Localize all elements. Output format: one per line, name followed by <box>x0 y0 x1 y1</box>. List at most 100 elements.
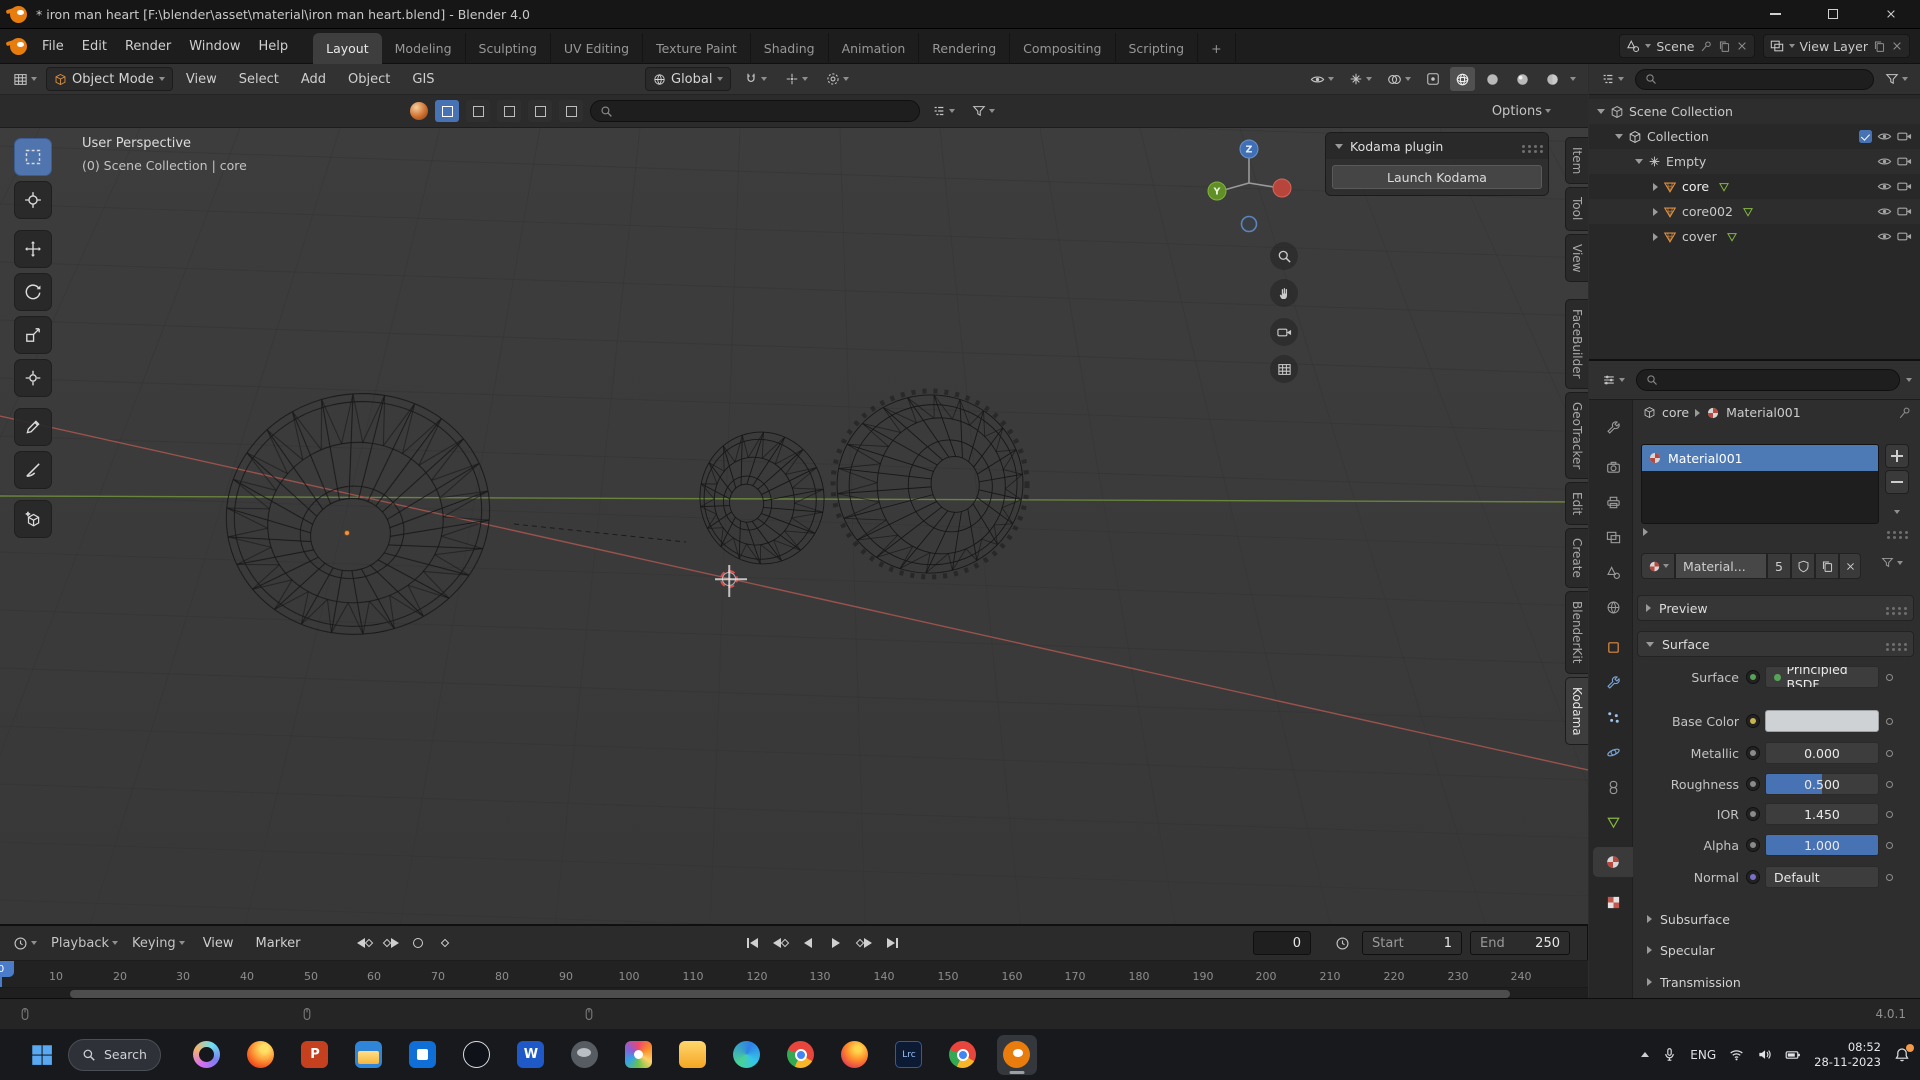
scene-selector[interactable]: Scene <box>1619 34 1755 58</box>
breadcrumb-material[interactable]: Material001 <box>1726 405 1801 420</box>
play-button[interactable] <box>824 932 848 954</box>
view-layer-selector[interactable]: View Layer <box>1762 34 1910 58</box>
chevron-down-icon[interactable] <box>1906 378 1912 382</box>
pin-icon[interactable] <box>1898 406 1912 420</box>
scrollbar-thumb[interactable] <box>70 990 1510 998</box>
app-file-explorer[interactable] <box>349 1035 389 1075</box>
copy-icon[interactable] <box>1718 40 1731 53</box>
gizmos-dropdown[interactable] <box>1344 67 1377 91</box>
current-frame-field[interactable]: 0 <box>1253 931 1311 955</box>
eye-icon[interactable] <box>1877 179 1892 194</box>
add-cube-tool[interactable] <box>14 500 52 538</box>
auto-keying-toggle[interactable] <box>406 932 430 954</box>
jump-prev-keyframe-button[interactable] <box>352 932 376 954</box>
ior-slider[interactable]: 1.450 <box>1765 803 1879 825</box>
shading-wireframe-button[interactable] <box>1450 67 1475 91</box>
app-edge[interactable] <box>727 1035 767 1075</box>
tab-sculpting[interactable]: Sculpting <box>466 32 551 64</box>
app-blender[interactable] <box>996 1034 1037 1075</box>
app-gimp[interactable] <box>565 1035 605 1075</box>
tab-object[interactable] <box>1593 632 1633 662</box>
camera-icon[interactable] <box>1897 229 1912 244</box>
axis-x-ball[interactable] <box>1272 178 1292 198</box>
app-word[interactable]: W <box>511 1035 551 1075</box>
tab-compositing[interactable]: Compositing <box>1010 32 1116 64</box>
app-copilot[interactable] <box>187 1035 227 1075</box>
shading-material-button[interactable] <box>1510 67 1535 91</box>
menu-add[interactable]: Add <box>292 66 335 93</box>
prev-keyframe-button[interactable] <box>768 932 792 954</box>
app-firefox[interactable] <box>241 1035 281 1075</box>
navigation-gizmo[interactable]: Z Y <box>1204 136 1294 240</box>
orientation-dropdown[interactable]: Global <box>645 67 732 91</box>
tab-output[interactable] <box>1593 487 1633 517</box>
new-material-button[interactable] <box>1815 553 1839 579</box>
app-firefox-dev[interactable] <box>835 1035 875 1075</box>
proportional-edit-button[interactable] <box>821 67 854 91</box>
editor-type-button[interactable] <box>8 931 42 955</box>
timeline-ruler[interactable]: 10 20 30 40 50 60 70 80 90 100 110 120 1… <box>0 961 1588 988</box>
kodama-panel-header[interactable]: Kodama plugin <box>1326 133 1548 159</box>
tab-modeling[interactable]: Modeling <box>382 32 466 64</box>
unlink-material-button[interactable] <box>1839 553 1861 579</box>
editor-type-button[interactable] <box>8 67 42 91</box>
play-reverse-button[interactable] <box>796 932 820 954</box>
remove-slot-button[interactable] <box>1885 470 1909 494</box>
app-lightroom[interactable]: Lrc <box>889 1035 929 1075</box>
pan-button[interactable] <box>1270 279 1298 307</box>
scale-tool[interactable] <box>14 316 52 354</box>
start-frame-field[interactable]: Start 1 <box>1362 931 1462 955</box>
roughness-slider[interactable]: 0.500 <box>1765 773 1879 795</box>
tab-constraints[interactable] <box>1593 772 1633 802</box>
display-mode-dropdown[interactable] <box>927 99 960 123</box>
close-button[interactable] <box>1862 0 1920 29</box>
menu-help[interactable]: Help <box>250 33 298 60</box>
tab-material[interactable] <box>1593 847 1633 877</box>
use-preview-range-toggle[interactable] <box>1330 931 1355 955</box>
eye-icon[interactable] <box>1877 154 1892 169</box>
tab-texture[interactable] <box>1593 887 1633 917</box>
outliner-row-empty[interactable]: Empty <box>1589 149 1920 174</box>
tab-render[interactable] <box>1593 452 1633 482</box>
start-button[interactable] <box>22 1035 62 1075</box>
material-slot-selected[interactable]: Material001 <box>1642 445 1878 471</box>
camera-icon[interactable] <box>1897 204 1912 219</box>
wifi-icon[interactable] <box>1729 1047 1744 1062</box>
options-dropdown[interactable]: Options <box>1487 99 1556 123</box>
filter-dropdown[interactable] <box>967 99 1000 123</box>
outliner-search-input[interactable] <box>1635 68 1874 90</box>
orthographic-button[interactable] <box>1270 355 1298 383</box>
tab-modifiers[interactable] <box>1593 667 1633 697</box>
app-chrome[interactable] <box>781 1035 821 1075</box>
menu-object[interactable]: Object <box>339 66 399 93</box>
section-transmission[interactable]: Transmission <box>1633 970 1914 994</box>
next-keyframe-button[interactable] <box>852 932 876 954</box>
launch-kodama-button[interactable]: Launch Kodama <box>1332 165 1542 189</box>
jump-to-end-button[interactable] <box>880 932 904 954</box>
axis-z-negative-ball[interactable] <box>1240 215 1258 233</box>
animate-dot-icon[interactable] <box>1886 749 1893 757</box>
close-icon[interactable] <box>1891 40 1903 52</box>
pin-icon[interactable] <box>1700 40 1713 53</box>
app-powerpoint[interactable]: P <box>295 1035 335 1075</box>
sidebar-tab-view[interactable]: View <box>1565 233 1588 283</box>
app-chrome-alt[interactable] <box>943 1035 983 1075</box>
eye-icon[interactable] <box>1877 129 1892 144</box>
material-slot-list[interactable]: Material001 <box>1641 444 1879 524</box>
animate-dot-icon[interactable] <box>1886 841 1893 849</box>
maximize-button[interactable] <box>1804 0 1862 29</box>
tab-particles[interactable] <box>1593 702 1633 732</box>
properties-search-input[interactable] <box>1636 369 1900 391</box>
expand-icon[interactable] <box>1643 528 1648 536</box>
expand-icon[interactable] <box>1635 159 1643 164</box>
users-count-button[interactable]: 5 <box>1767 553 1791 579</box>
collection-checkbox[interactable] <box>1859 130 1872 143</box>
browse-material-button[interactable] <box>1641 553 1675 579</box>
tab-scripting[interactable]: Scripting <box>1116 32 1199 64</box>
animate-dot-icon[interactable] <box>1886 780 1893 788</box>
select-mode-new[interactable] <box>435 100 459 122</box>
blender-menu-icon[interactable] <box>10 37 27 55</box>
tab-shading[interactable]: Shading <box>751 32 829 64</box>
menu-gis[interactable]: GIS <box>403 66 443 93</box>
section-surface[interactable]: Surface <box>1637 631 1914 657</box>
